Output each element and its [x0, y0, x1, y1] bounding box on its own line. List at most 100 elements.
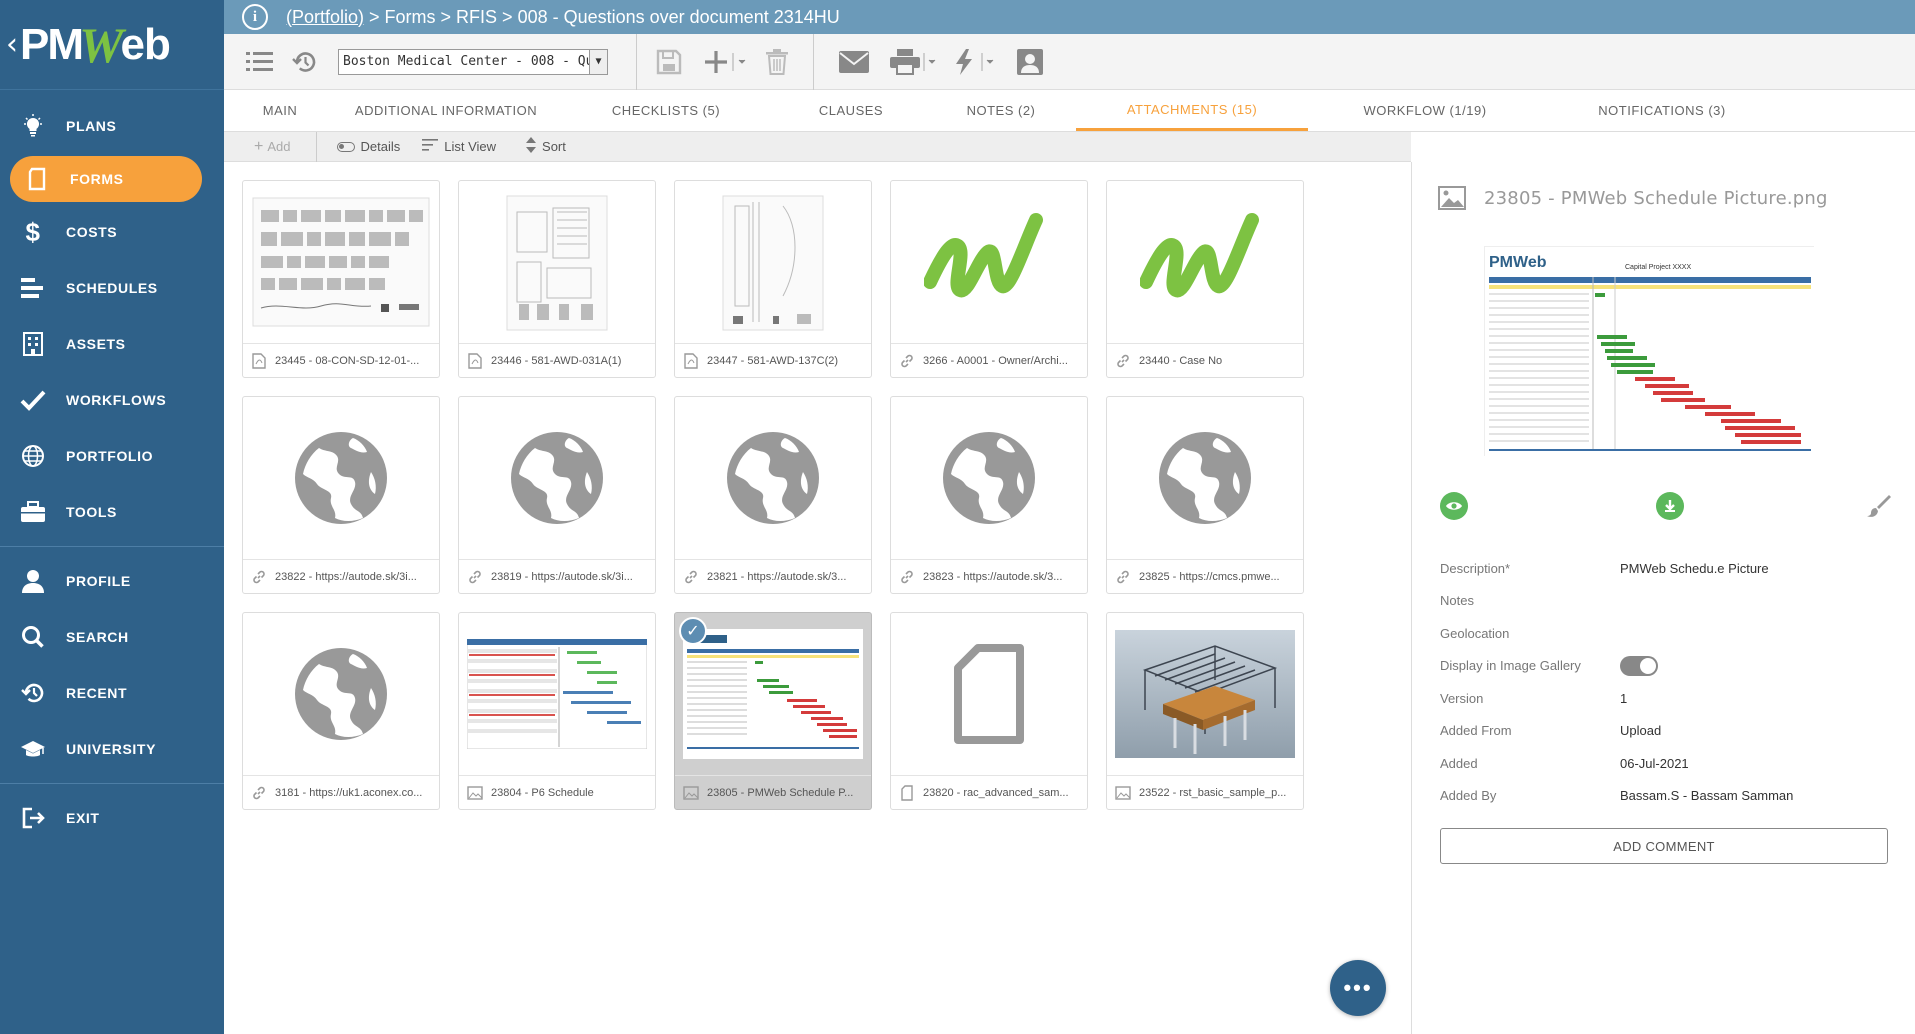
pmweb-logo[interactable]: ‹ PM Web [0, 0, 224, 90]
pmweb-w-logo-thumbnail [1107, 181, 1303, 343]
sidebar-item-profile[interactable]: PROFILE [0, 553, 224, 609]
link-icon [467, 569, 483, 585]
attachment-tile[interactable]: 23819 - https://autode.sk/3i... [458, 396, 656, 594]
tab-workflow[interactable]: WORKFLOW (1/19) [1308, 90, 1542, 131]
tab-attachments[interactable]: ATTACHMENTS (15) [1076, 90, 1308, 131]
sidebar-item-university[interactable]: UNIVERSITY [0, 721, 224, 777]
sidebar-item-label: ASSETS [66, 336, 126, 352]
chevron-down-icon[interactable]: ▼ [589, 49, 607, 74]
sidebar-item-label: TOOLS [66, 504, 117, 520]
tab-main[interactable]: MAIN [224, 90, 336, 131]
attachment-tile[interactable]: 23823 - https://autode.sk/3... [890, 396, 1088, 594]
email-icon[interactable] [836, 44, 872, 80]
info-icon[interactable]: i [242, 4, 268, 30]
sidebar-item-assets[interactable]: ASSETS [0, 316, 224, 372]
list-menu-icon[interactable] [242, 44, 278, 80]
lightning-icon[interactable] [952, 44, 998, 80]
delete-icon[interactable] [759, 44, 795, 80]
sidebar-item-label: EXIT [66, 810, 100, 826]
add-attachment-button[interactable]: + Add [224, 138, 304, 156]
save-icon[interactable] [651, 44, 687, 80]
attachment-tile[interactable]: 23446 - 581-AWD-031A(1) [458, 180, 656, 378]
attachment-tile[interactable]: 3266 - A0001 - Owner/Archi... [890, 180, 1088, 378]
attachment-tile[interactable]: 3181 - https://uk1.aconex.co... [242, 612, 440, 810]
sidebar-item-label: UNIVERSITY [66, 741, 157, 757]
added-date-value: 06-Jul-2021 [1620, 755, 1689, 771]
sidebar-item-plans[interactable]: PLANS [0, 98, 224, 154]
attachment-tile[interactable]: 23804 - P6 Schedule [458, 612, 656, 810]
image-icon [683, 785, 699, 801]
property-label: Added From [1440, 723, 1512, 739]
attachment-tile[interactable]: 23440 - Case No [1106, 180, 1304, 378]
details-toggle[interactable]: Details [323, 139, 414, 154]
sidebar-item-label: PROFILE [66, 573, 131, 589]
contact-card-icon[interactable] [1012, 44, 1048, 80]
attachment-tile-selected[interactable]: ✓ 23805 - PMWeb Schedule P... [674, 612, 872, 810]
blank-file-icon [891, 613, 1087, 775]
attachment-tile[interactable]: 23820 - rac_advanced_sam... [890, 612, 1088, 810]
list-view-label: List View [444, 139, 497, 154]
display-in-gallery-toggle[interactable] [1620, 655, 1658, 676]
sidebar-item-label: WORKFLOWS [66, 392, 167, 408]
bars-icon [20, 275, 46, 301]
attachment-tile[interactable]: 23825 - https://cmcs.pmwe... [1106, 396, 1304, 594]
toggle-icon [337, 141, 356, 152]
attachment-caption: 23804 - P6 Schedule [491, 786, 594, 799]
print-icon[interactable] [890, 44, 938, 80]
view-eye-icon[interactable] [1440, 492, 1468, 520]
tab-additional-information[interactable]: ADDITIONAL INFORMATION [336, 90, 556, 131]
tab-clauses[interactable]: CLAUSES [776, 90, 926, 131]
back-chevron-icon[interactable]: ‹ [6, 27, 18, 62]
attachment-caption: 3181 - https://uk1.aconex.co... [275, 786, 423, 799]
sidebar-item-label: SEARCH [66, 629, 129, 645]
sidebar-divider [0, 783, 224, 784]
globe-icon [243, 397, 439, 559]
sidebar-item-recent[interactable]: RECENT [0, 665, 224, 721]
sidebar-item-workflows[interactable]: WORKFLOWS [0, 372, 224, 428]
attachment-tile[interactable]: 23447 - 581-AWD-137C(2) [674, 180, 872, 378]
version-value: 1 [1620, 690, 1628, 706]
sort-button[interactable]: Sort [510, 137, 580, 156]
image-preview[interactable]: PMWeb Capital Project XXXX [1484, 246, 1815, 457]
user-icon [20, 568, 46, 594]
sidebar-item-portfolio[interactable]: PORTFOLIO [0, 428, 224, 484]
more-actions-button[interactable]: ••• [1330, 960, 1386, 1016]
added-from-value: Upload [1620, 723, 1662, 739]
add-icon[interactable] [703, 44, 749, 80]
list-view-button[interactable]: List View [414, 139, 510, 154]
link-icon [1115, 569, 1131, 585]
building-icon [20, 331, 46, 357]
pdf-drawing-thumbnail [243, 181, 439, 343]
add-comment-button[interactable]: ADD COMMENT [1440, 828, 1888, 864]
graduation-cap-icon [20, 736, 46, 762]
exit-icon [20, 805, 46, 831]
property-label: Description* [1440, 560, 1511, 576]
attachment-caption: 23825 - https://cmcs.pmwe... [1139, 570, 1280, 583]
history-icon[interactable] [286, 44, 322, 80]
check-icon[interactable]: ✓ [679, 617, 707, 645]
record-select[interactable]: Boston Medical Center - 008 - Questions … [338, 48, 608, 75]
sidebar: ‹ PM Web PLANS FORMS $ COSTS SCHEDULES AS… [0, 0, 224, 1034]
link-icon [683, 569, 699, 585]
sidebar-item-search[interactable]: SEARCH [0, 609, 224, 665]
toolbar-divider [813, 33, 814, 90]
sidebar-item-tools[interactable]: TOOLS [0, 484, 224, 540]
tab-checklists[interactable]: CHECKLISTS (5) [556, 90, 776, 131]
description-field[interactable]: PMWeb Schedu.e Picture [1620, 561, 1769, 576]
tab-notes[interactable]: NOTES (2) [926, 90, 1076, 131]
dollar-icon: $ [25, 216, 41, 247]
sidebar-item-forms[interactable]: FORMS [10, 156, 202, 202]
download-icon[interactable] [1656, 492, 1684, 520]
paint-brush-icon[interactable] [1864, 492, 1892, 520]
preview-actions [1440, 492, 1900, 522]
sidebar-item-schedules[interactable]: SCHEDULES [0, 260, 224, 316]
sidebar-item-costs[interactable]: $ COSTS [0, 204, 224, 260]
attachment-tile[interactable]: 23522 - rst_basic_sample_p... [1106, 612, 1304, 810]
subbar-divider [316, 131, 318, 162]
attachment-tile[interactable]: 23821 - https://autode.sk/3... [674, 396, 872, 594]
sidebar-item-exit[interactable]: EXIT [0, 790, 224, 846]
attachment-tile[interactable]: 23822 - https://autode.sk/3i... [242, 396, 440, 594]
tab-notifications[interactable]: NOTIFICATIONS (3) [1542, 90, 1782, 131]
breadcrumb-portfolio-link[interactable]: (Portfolio) [286, 7, 364, 27]
attachment-tile[interactable]: 23445 - 08-CON-SD-12-01-... [242, 180, 440, 378]
